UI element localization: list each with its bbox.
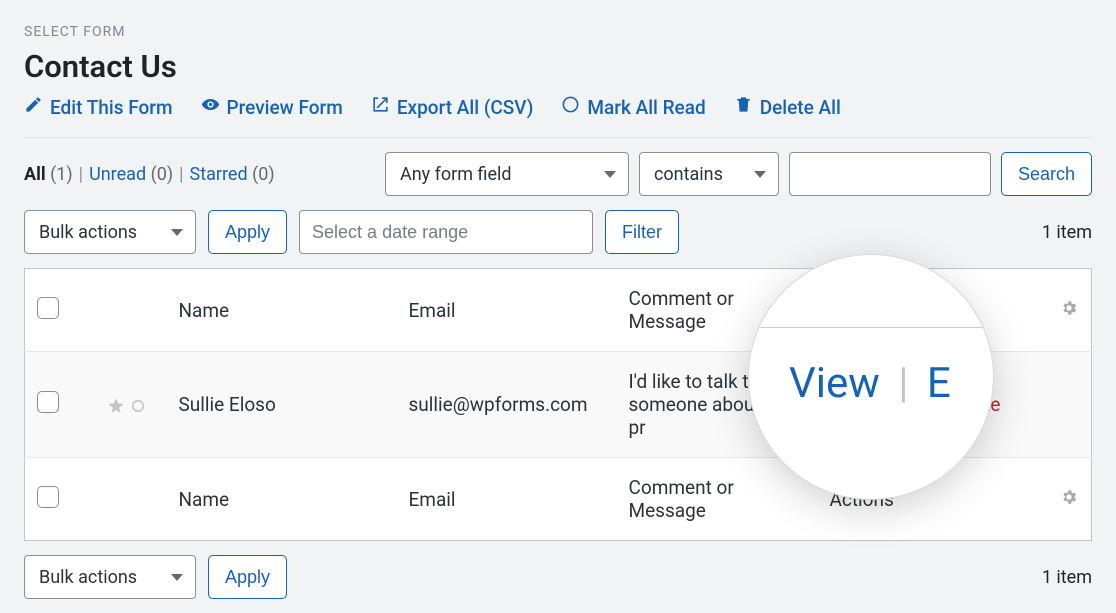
items-count-top: 1 item [1042, 222, 1092, 243]
filter-starred-label: Starred [190, 164, 248, 185]
filter-unread[interactable]: Unread (0) [89, 164, 173, 185]
filter-button[interactable]: Filter [605, 210, 679, 254]
select-form-label: SELECT FORM [24, 24, 1092, 40]
row-email: sullie@wpforms.com [397, 352, 617, 458]
search-button[interactable]: Search [1001, 152, 1092, 196]
mark-all-read-label: Mark All Read [587, 96, 705, 119]
preview-form-label: Preview Form [227, 96, 343, 119]
select-all-checkbox-bottom[interactable] [37, 486, 59, 508]
magnifier-view: View [789, 359, 880, 408]
items-count-bottom: 1 item [1042, 567, 1092, 588]
export-csv-link[interactable]: Export All (CSV) [371, 95, 534, 119]
delete-all-link[interactable]: Delete All [734, 95, 841, 119]
row-name: Sullie Eloso [167, 352, 397, 458]
filter-sep: | [79, 164, 83, 185]
filter-unread-label: Unread [89, 164, 146, 185]
date-range-input[interactable] [299, 210, 593, 254]
bulk-actions-select-bottom[interactable]: Bulk actions [24, 555, 196, 599]
mark-all-read-link[interactable]: Mark All Read [561, 95, 705, 119]
apply-button-top[interactable]: Apply [208, 210, 287, 254]
pencil-icon [24, 95, 43, 119]
magnifier-divider [749, 327, 993, 328]
eye-icon [201, 95, 220, 119]
filter-all-label: All [24, 164, 46, 185]
star-icon[interactable] [107, 397, 125, 415]
select-all-checkbox-top[interactable] [37, 297, 59, 319]
export-icon [371, 95, 390, 119]
trash-icon [734, 95, 753, 119]
magnifier-sep: | [898, 359, 908, 408]
col-indicators [95, 269, 167, 352]
magnifier-overlay: View | E [748, 254, 994, 500]
row-checkbox[interactable] [37, 391, 59, 413]
apply-button-bottom[interactable]: Apply [208, 555, 287, 599]
col-name-foot[interactable]: Name [167, 458, 397, 541]
col-email-foot[interactable]: Email [397, 458, 617, 541]
page-title: Contact Us [24, 48, 1092, 85]
radio-icon [561, 95, 580, 119]
delete-all-label: Delete All [760, 96, 841, 119]
magnifier-edit-initial: E [927, 359, 951, 408]
filter-starred-count: (0) [252, 164, 275, 185]
gear-icon[interactable] [1060, 299, 1078, 322]
magnifier-text: View | E [789, 359, 951, 408]
edit-form-label: Edit This Form [50, 96, 173, 119]
col-message-foot[interactable]: Comment or Message [617, 458, 818, 541]
search-operator-select[interactable]: contains [639, 152, 779, 196]
search-input[interactable] [789, 152, 991, 196]
col-email[interactable]: Email [397, 269, 617, 352]
preview-form-link[interactable]: Preview Form [201, 95, 343, 119]
edit-form-link[interactable]: Edit This Form [24, 95, 173, 119]
search-field-select[interactable]: Any form field [385, 152, 629, 196]
col-name[interactable]: Name [167, 269, 397, 352]
gear-icon[interactable] [1060, 488, 1078, 511]
read-indicator-icon[interactable] [129, 397, 147, 415]
form-actions-row: Edit This Form Preview Form Export All (… [24, 95, 1092, 119]
filter-starred[interactable]: Starred (0) [190, 164, 275, 185]
filter-unread-count: (0) [151, 164, 174, 185]
export-csv-label: Export All (CSV) [397, 96, 534, 119]
status-filters: All (1) | Unread (0) | Starred (0) [24, 164, 275, 185]
filter-sep: | [179, 164, 183, 185]
filter-all[interactable]: All (1) [24, 164, 73, 185]
bulk-actions-select-top[interactable]: Bulk actions [24, 210, 196, 254]
filter-all-count: (1) [50, 164, 73, 185]
